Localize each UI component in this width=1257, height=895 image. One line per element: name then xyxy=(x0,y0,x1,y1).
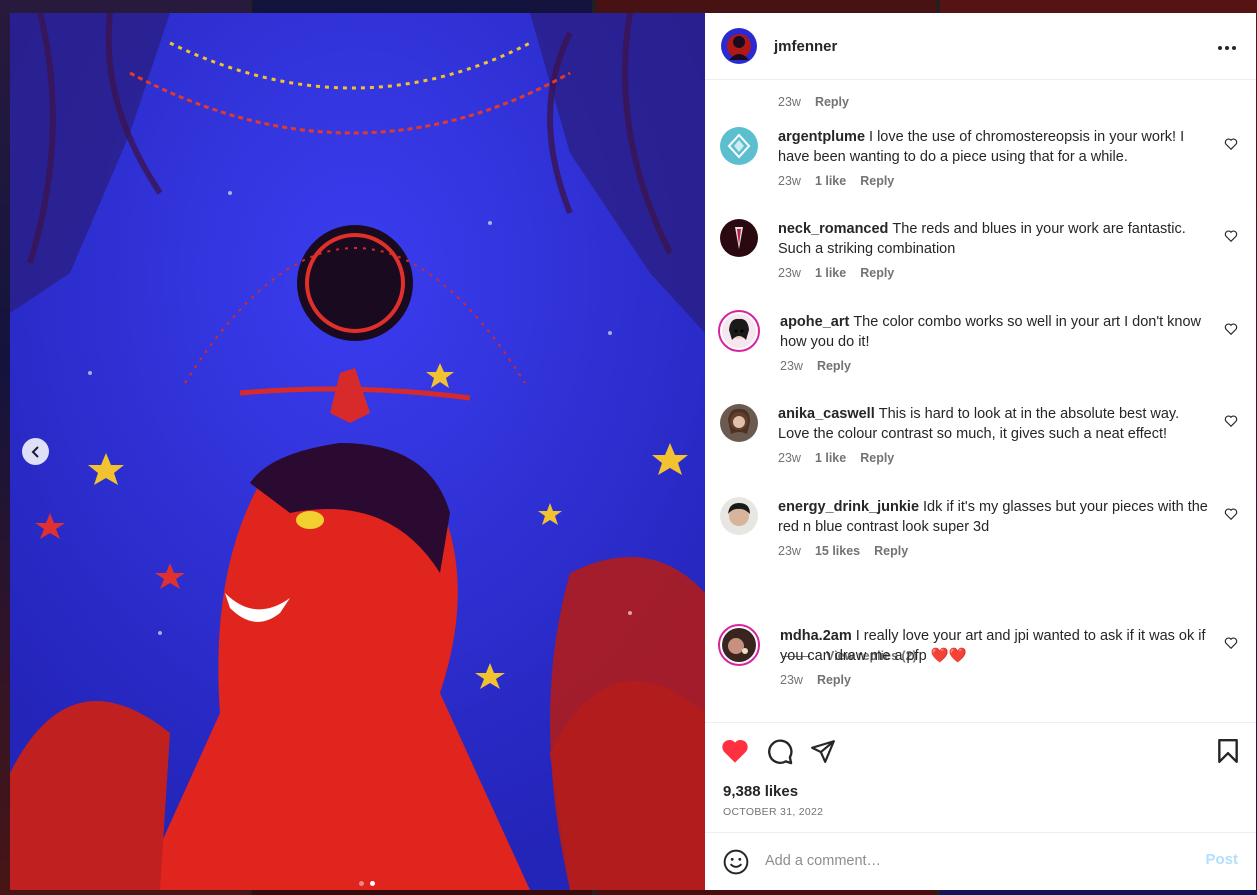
comment-button[interactable] xyxy=(766,738,794,769)
like-count[interactable]: 9,388 likes xyxy=(723,783,798,800)
bookmark-icon xyxy=(1218,738,1238,764)
comment-username[interactable]: apohe_art xyxy=(780,314,849,330)
comment-username[interactable]: mdha.2am xyxy=(780,628,852,644)
save-button[interactable] xyxy=(1216,738,1240,767)
carousel-dot xyxy=(359,881,364,886)
commenter-avatar[interactable] xyxy=(720,80,758,90)
comment-likes[interactable]: 1 like xyxy=(815,451,846,465)
like-button[interactable] xyxy=(721,738,749,767)
reply-button[interactable]: Reply xyxy=(860,174,894,188)
commenter-avatar[interactable] xyxy=(718,310,760,352)
comment-username[interactable]: energy_drink_junkie xyxy=(778,499,919,515)
comment-time: 23w xyxy=(780,359,803,373)
carousel-indicator xyxy=(359,881,375,886)
post-header: jmfenner xyxy=(705,13,1256,80)
author-avatar[interactable] xyxy=(721,28,757,64)
artwork-illustration xyxy=(10,13,705,890)
post-date: OCTOBER 31, 2022 xyxy=(723,806,824,818)
comment-time: 23w xyxy=(778,451,801,465)
commenter-avatar[interactable] xyxy=(720,127,758,165)
commenter-avatar[interactable] xyxy=(720,219,758,257)
comment-time: 23w xyxy=(778,95,801,109)
comments-list[interactable]: 23w Reply argentplume I love the use of c… xyxy=(705,80,1256,722)
comment-time: 23w xyxy=(778,266,801,280)
comment-username[interactable]: argentplume xyxy=(778,129,865,145)
comment-likes[interactable]: 1 like xyxy=(815,174,846,188)
comment-item: mdha.2am I really love your art and jpi w… xyxy=(718,624,1244,687)
commenter-avatar[interactable] xyxy=(720,404,758,442)
heart-icon xyxy=(722,739,748,763)
comment-icon xyxy=(768,739,793,765)
comment-time: 23w xyxy=(780,673,803,687)
reply-button[interactable]: Reply xyxy=(860,266,894,280)
comment-item: energy_drink_junkie Idk if it's my glasse… xyxy=(720,497,1244,558)
comment-likes[interactable]: 1 like xyxy=(815,266,846,280)
comment-item: anika_caswell This is hard to look at in … xyxy=(720,404,1244,465)
comment-item: apohe_art The color combo works so well i… xyxy=(718,310,1244,373)
comment-time: 23w xyxy=(778,544,801,558)
commenter-avatar[interactable] xyxy=(720,497,758,535)
comment-likes[interactable]: 15 likes xyxy=(815,544,860,558)
post-actions-bar: 9,388 likes OCTOBER 31, 2022 xyxy=(705,722,1256,832)
like-comment-heart-icon[interactable] xyxy=(1224,322,1238,336)
comment-time: 23w xyxy=(778,174,801,188)
comment-item: argentplume I love the use of chromostere… xyxy=(720,127,1244,188)
reply-button[interactable]: Reply xyxy=(817,673,851,687)
commenter-avatar[interactable] xyxy=(718,624,760,666)
comment-input[interactable] xyxy=(765,847,1185,875)
comment-username[interactable]: anika_caswell xyxy=(778,406,875,422)
like-comment-heart-icon[interactable] xyxy=(1224,137,1238,151)
like-comment-heart-icon[interactable] xyxy=(1224,414,1238,428)
share-button[interactable] xyxy=(810,738,836,767)
like-comment-heart-icon[interactable] xyxy=(1224,229,1238,243)
reply-button[interactable]: Reply xyxy=(874,544,908,558)
emoji-button[interactable] xyxy=(723,849,749,878)
reply-button[interactable]: Reply xyxy=(817,359,851,373)
previous-image-button[interactable] xyxy=(22,438,49,465)
carousel-dot-active xyxy=(370,881,375,886)
reply-button[interactable]: Reply xyxy=(815,95,849,109)
more-options-button[interactable] xyxy=(1218,38,1236,53)
comment-item: neck_romanced The reds and blues in your … xyxy=(720,219,1244,280)
more-icon xyxy=(1218,46,1236,50)
post-comment-button[interactable]: Post xyxy=(1205,851,1238,868)
reply-button[interactable]: Reply xyxy=(860,451,894,465)
chevron-left-icon xyxy=(31,445,39,458)
post-image xyxy=(10,13,705,890)
comment-username[interactable]: neck_romanced xyxy=(778,221,888,237)
author-username[interactable]: jmfenner xyxy=(774,38,837,55)
comment-item: 23w Reply xyxy=(720,80,1244,109)
share-icon xyxy=(811,740,835,763)
like-comment-heart-icon[interactable] xyxy=(1224,636,1238,650)
like-comment-heart-icon[interactable] xyxy=(1224,507,1238,521)
emoji-icon xyxy=(723,849,749,875)
post-details-panel: jmfenner 23w Reply argentplume I love th… xyxy=(705,13,1256,890)
add-comment-bar: Post xyxy=(705,832,1256,890)
